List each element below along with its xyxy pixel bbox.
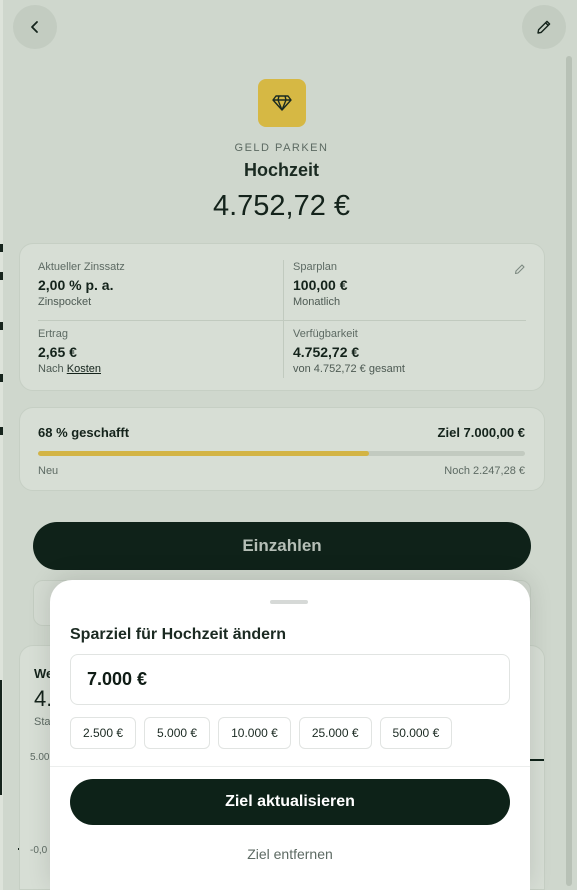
availability-cell: Verfügbarkeit 4.752,72 € von 4.752,72 € … (293, 328, 533, 375)
remove-goal-link[interactable]: Ziel entfernen (50, 846, 530, 862)
preset-amounts: 2.500 € 5.000 € 10.000 € 25.000 € 50.000… (70, 717, 453, 749)
diamond-icon (272, 95, 292, 111)
edge-mark (0, 427, 3, 435)
goal-progress-card: 68 % geschafft Ziel 7.000,00 € Neu Noch … (19, 407, 545, 491)
chart-tick-label: 5.00 (30, 752, 50, 763)
edit-goal-sheet: Sparziel für Hochzeit ändern 2.500 € 5.0… (50, 580, 530, 890)
yield-sub: Nach Kosten (38, 363, 278, 375)
back-button[interactable] (13, 5, 57, 49)
goal-title: Hochzeit (243, 160, 319, 180)
goal-amount-input[interactable] (70, 654, 510, 705)
yield-sub-prefix: Nach (38, 363, 64, 375)
availability-value: 4.752,72 € (293, 344, 360, 360)
interest-rate-sub: Zinspocket (38, 296, 92, 308)
edit-savings-plan-button[interactable] (514, 262, 526, 280)
goal-icon-tile (258, 79, 306, 127)
progress-remaining: Noch 2.247,28 € (444, 465, 525, 477)
edit-goal-button[interactable] (522, 5, 566, 49)
availability-sub: von 4.752,72 € gesamt (293, 363, 405, 375)
goal-category: GELD PARKEN (234, 142, 329, 154)
edge-strip (0, 680, 2, 795)
divider (283, 260, 284, 378)
interest-rate-value: 2,00 % p. a. (38, 277, 114, 293)
edge-mark (0, 374, 3, 382)
divider (38, 320, 526, 321)
chart-tick-label: -0,0 (30, 845, 48, 856)
goal-info-card: Aktueller Zinssatz 2,00 % p. a. Zinspock… (19, 243, 545, 391)
savings-plan-value: 100,00 € (293, 277, 348, 293)
edge-mark (0, 322, 3, 330)
costs-link[interactable]: Kosten (67, 363, 101, 375)
chart-sub: Sta (34, 716, 51, 728)
chevron-left-icon (31, 21, 38, 33)
preset-chip[interactable]: 25.000 € (298, 717, 372, 749)
yield-cell: Ertrag 2,65 € Nach Kosten (38, 328, 278, 375)
interest-rate-label: Aktueller Zinssatz (38, 261, 125, 273)
interest-rate-cell: Aktueller Zinssatz 2,00 % p. a. Zinspock… (38, 261, 278, 308)
sheet-grabber[interactable] (270, 600, 308, 604)
sheet-title: Sparziel für Hochzeit ändern (70, 626, 287, 643)
divider (50, 766, 530, 767)
scrollbar[interactable] (566, 56, 572, 886)
progress-percent: 68 % geschafft (38, 425, 130, 440)
deposit-button[interactable]: Einzahlen (33, 522, 531, 570)
progress-track (38, 451, 525, 456)
edge-mark (0, 244, 3, 252)
edge-mark (0, 272, 3, 280)
pencil-icon (514, 264, 525, 275)
preset-chip[interactable]: 2.500 € (70, 717, 137, 749)
progress-status: Neu (38, 465, 59, 477)
yield-label: Ertrag (38, 328, 68, 340)
savings-plan-sub: Monatlich (293, 296, 341, 308)
preset-chip[interactable]: 50.000 € (379, 717, 453, 749)
goal-balance: 4.752,72 € (212, 190, 351, 222)
yield-value: 2,65 € (38, 344, 77, 360)
progress-fill (38, 451, 370, 456)
pencil-icon (537, 20, 551, 34)
availability-label: Verfügbarkeit (293, 328, 358, 340)
update-goal-button[interactable]: Ziel aktualisieren (70, 779, 510, 825)
preset-chip[interactable]: 10.000 € (218, 717, 291, 749)
savings-plan-label: Sparplan (293, 261, 338, 273)
savings-plan-cell: Sparplan 100,00 € Monatlich (293, 261, 533, 308)
progress-goal: Ziel 7.000,00 € (437, 425, 525, 440)
preset-chip[interactable]: 5.000 € (144, 717, 211, 749)
